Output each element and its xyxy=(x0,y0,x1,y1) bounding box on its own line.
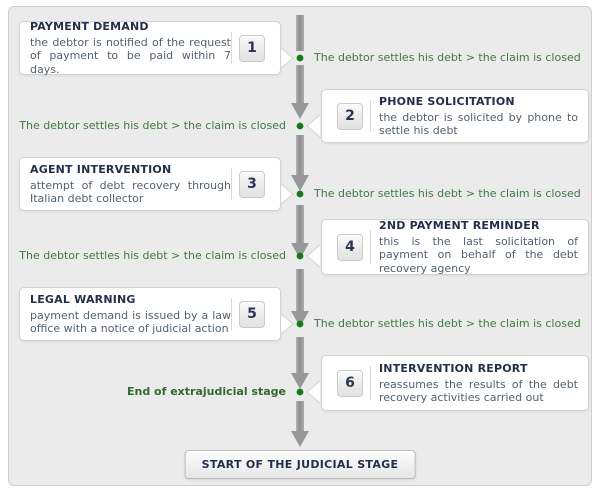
start-judicial-stage-button[interactable]: START OF THE JUDICIAL STAGE xyxy=(184,450,416,479)
step-number-wrap: 5 xyxy=(232,300,272,328)
outcome-label-4: The debtor settles his debt > the claim … xyxy=(19,249,286,262)
step-box-5[interactable]: LEGAL WARNING payment demand is issued b… xyxy=(19,287,281,341)
step-number-badge: 6 xyxy=(337,369,363,397)
outcome-label-6: End of extrajudicial stage xyxy=(126,385,286,398)
step-box-3[interactable]: AGENT INTERVENTION attempt of debt recov… xyxy=(19,157,281,211)
step-number-badge: 3 xyxy=(239,170,265,198)
step-box-6[interactable]: 6 INTERVENTION REPORT reassumes the resu… xyxy=(321,355,589,411)
step-number-wrap: 3 xyxy=(232,170,272,198)
spine-arrowheads xyxy=(291,103,309,447)
step-box-2[interactable]: 2 PHONE SOLICITATION the debtor is solic… xyxy=(321,89,589,143)
step-title: PHONE SOLICITATION xyxy=(379,94,515,108)
step-number-wrap: 4 xyxy=(330,233,370,261)
outcome-label-2: The debtor settles his debt > the claim … xyxy=(19,119,286,132)
step-title: AGENT INTERVENTION xyxy=(30,162,172,176)
step-title: INTERVENTION REPORT xyxy=(379,361,528,375)
step-number-wrap: 2 xyxy=(330,102,370,130)
step-number-badge: 2 xyxy=(337,102,363,130)
step-number-badge: 4 xyxy=(337,233,363,261)
box-tails xyxy=(279,46,321,404)
step-body: reassumes the results of the debt recove… xyxy=(379,377,578,405)
step-body: this is the last solicitation of payment… xyxy=(379,234,578,275)
outcome-label-3: The debtor settles his debt > the claim … xyxy=(314,187,581,200)
spine-dots xyxy=(296,54,304,396)
step-title: PAYMENT DEMAND xyxy=(30,19,149,33)
step-box-4[interactable]: 4 2ND PAYMENT REMINDER this is the last … xyxy=(321,219,589,275)
step-number-wrap: 1 xyxy=(232,34,272,62)
step-body: payment demand is issued by a law office… xyxy=(30,308,231,336)
step-number-badge: 5 xyxy=(239,300,265,328)
step-box-1[interactable]: PAYMENT DEMAND the debtor is notified of… xyxy=(19,19,281,76)
step-body: attempt of debt recovery through Italian… xyxy=(30,178,231,206)
outcome-label-1: The debtor settles his debt > the claim … xyxy=(314,51,581,64)
spine-bars xyxy=(296,15,304,431)
step-title: LEGAL WARNING xyxy=(30,292,136,306)
step-number-badge: 1 xyxy=(239,34,265,62)
step-body: the debtor is solicited by phone to sett… xyxy=(379,110,578,138)
step-body: the debtor is notified of the request of… xyxy=(30,35,231,76)
outcome-label-5: The debtor settles his debt > the claim … xyxy=(314,317,581,330)
step-number-wrap: 6 xyxy=(330,369,370,397)
flowchart-panel: PAYMENT DEMAND the debtor is notified of… xyxy=(8,6,592,486)
step-title: 2ND PAYMENT REMINDER xyxy=(379,218,540,232)
